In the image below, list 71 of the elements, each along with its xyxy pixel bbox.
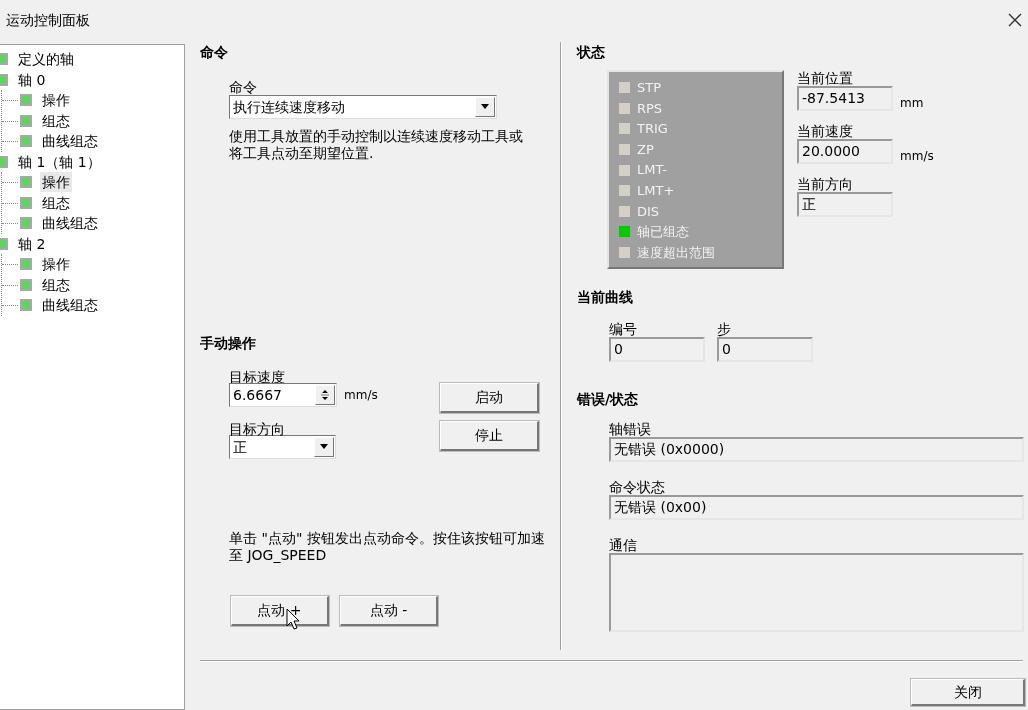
indicator-label: STP: [637, 79, 662, 98]
indicator-label: 速度超出范围: [637, 243, 715, 262]
section-heading: 错误/状态: [577, 390, 640, 407]
unit-label: mm/s: [344, 386, 378, 404]
readout-field: 0: [609, 336, 705, 362]
checkbox-icon: [20, 135, 32, 148]
indicator-label: RPS: [637, 99, 663, 118]
readout-field: 无错误 (0x0000): [609, 436, 1024, 462]
readout-field: 0: [717, 336, 813, 362]
hint-text: 单击 "点动" 按钮发出点动命令。按住该按钮可加速至 JOG_SPEED: [229, 529, 546, 564]
checkbox-icon: [20, 258, 32, 271]
field-label: 通信: [609, 536, 638, 553]
section-heading: 命令: [200, 43, 229, 60]
command-dropdown[interactable]: 执行连续速度移动: [229, 94, 497, 119]
checkbox-icon: [20, 299, 32, 312]
tree-item[interactable]: 曲线组态: [40, 295, 100, 316]
caret-icon[interactable]: [314, 436, 334, 457]
tree-item[interactable]: 组态: [40, 192, 72, 213]
tree-item[interactable]: 曲线组态: [40, 131, 100, 152]
checkbox-icon: [20, 196, 32, 209]
tree-item[interactable]: 操作: [40, 254, 72, 275]
tree-item[interactable]: 定义的轴: [16, 49, 76, 70]
indicator-label: LMT+: [637, 182, 675, 200]
field-label: 当前方向: [797, 175, 854, 192]
caret-icon[interactable]: [475, 96, 495, 117]
field-label: 当前速度: [797, 122, 854, 139]
close-icon[interactable]: [1008, 13, 1022, 27]
readout-field: 20.0000: [797, 139, 893, 164]
field-label: 目标方向: [229, 420, 286, 437]
tree-item[interactable]: 操作: [40, 172, 72, 193]
section-heading: 当前曲线: [577, 288, 634, 305]
section-heading: 手动操作: [200, 334, 257, 351]
jog-button[interactable]: 点动 -: [340, 595, 438, 626]
checkbox-icon: [20, 217, 32, 230]
field-label: 轴错误: [609, 420, 652, 437]
speed-spinbox[interactable]: 6.6667: [229, 382, 337, 407]
tree-item[interactable]: 组态: [40, 274, 72, 295]
field-label: 编号: [609, 320, 638, 337]
window-title: 运动控制面板: [6, 10, 90, 30]
indicator-label: LMT-: [637, 161, 667, 180]
checkbox-icon: [20, 114, 32, 127]
unit-label: mm: [900, 94, 924, 112]
readout-field: -87.5413: [797, 86, 893, 111]
tree-item[interactable]: 轴 2: [16, 233, 48, 254]
stop-button[interactable]: 停止: [440, 420, 539, 451]
tree-item[interactable]: 组态: [40, 110, 72, 131]
readout-field: 正: [797, 191, 893, 217]
tree-item[interactable]: 轴 0: [16, 69, 48, 90]
close-button[interactable]: 关闭: [911, 679, 1025, 706]
field-label: 步: [717, 320, 732, 337]
checkbox-icon: [20, 176, 32, 189]
field-label: 当前位置: [797, 69, 854, 86]
tree-item[interactable]: 曲线组态: [40, 213, 100, 234]
cursor-icon: [286, 607, 300, 630]
checkbox-icon: [20, 94, 32, 107]
indicator-label: 轴已组态: [637, 223, 689, 242]
unit-label: mm/s: [900, 147, 934, 165]
start-button[interactable]: 启动: [440, 382, 539, 413]
tree-item[interactable]: 轴 1（轴 1）: [16, 151, 103, 172]
tree-item[interactable]: 操作: [40, 90, 72, 111]
readout-field: 无错误 (0x00): [609, 494, 1024, 520]
indicator-label: TRIG: [637, 120, 668, 139]
indicator-label: ZP: [637, 140, 654, 159]
checkbox-icon: [20, 278, 32, 291]
spin-arrows-icon[interactable]: [315, 384, 335, 405]
section-heading: 状态: [577, 43, 606, 60]
field-label: 命令状态: [609, 478, 666, 495]
indicator-label: DIS: [637, 202, 660, 221]
jog-button[interactable]: 点动 +: [231, 595, 329, 626]
description-text: 使用工具放置的手动控制以连续速度移动工具或将工具点动至期望位置.: [229, 127, 524, 163]
field-label: 命令: [229, 78, 258, 95]
